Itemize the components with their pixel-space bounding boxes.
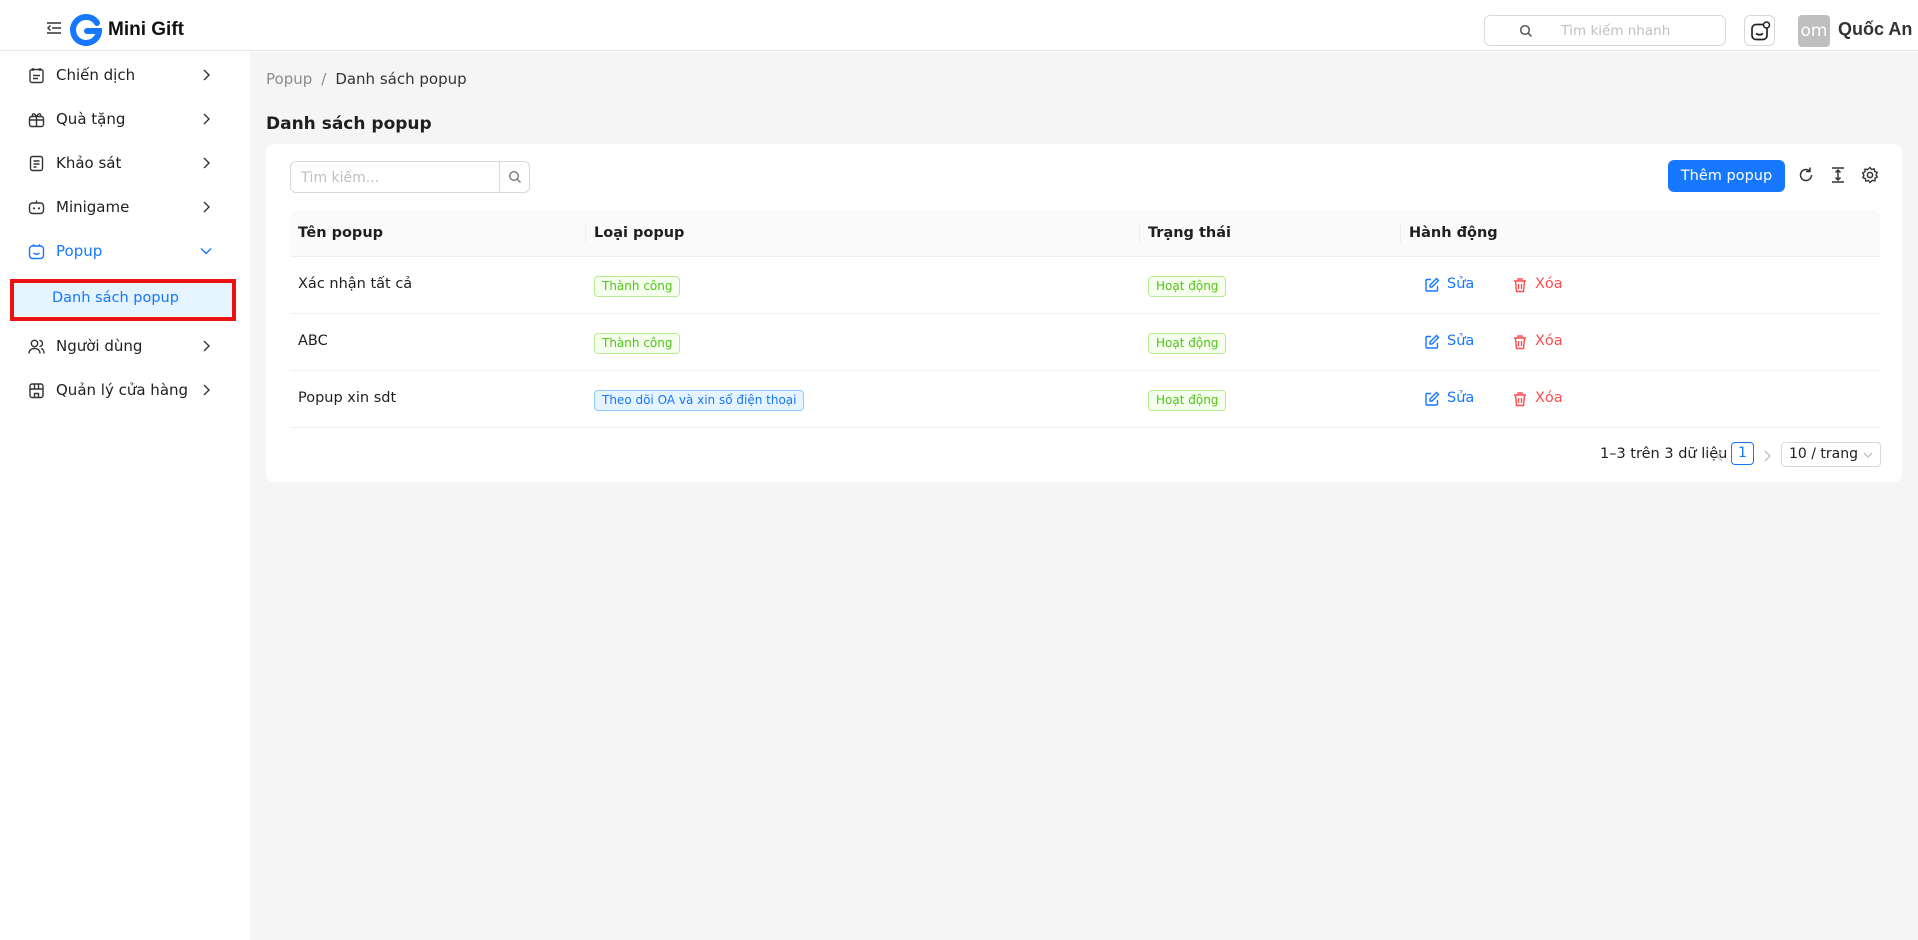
sidebar-item-survey[interactable]: Khảo sát (8, 143, 242, 183)
survey-icon (29, 155, 44, 172)
chevron-right-icon (203, 340, 210, 352)
chatbot-button[interactable] (1744, 15, 1775, 46)
column-divider (585, 224, 586, 244)
chevron-right-icon (203, 201, 210, 213)
chevron-right-icon[interactable] (1762, 450, 1772, 462)
annotation-highlight-box (10, 279, 236, 321)
edit-label: Sửa (1447, 276, 1475, 292)
status-badge: Hoạt động (1148, 333, 1227, 354)
column-height-icon[interactable] (1829, 166, 1847, 184)
chevron-right-icon (203, 69, 210, 81)
table-header: Tên popup Loại popup Trạng thái Hành độn… (290, 210, 1880, 257)
top-header: Mini Gift om Quốc An (0, 0, 1918, 51)
popup-name-cell: Popup xin sdt (298, 390, 397, 406)
breadcrumb: Popup / Danh sách popup (266, 70, 467, 88)
trash-icon (1514, 392, 1526, 407)
brand-name: Mini Gift (108, 19, 184, 40)
chevron-left-icon[interactable] (1715, 450, 1725, 462)
table-search-button[interactable] (499, 161, 530, 193)
column-header-actions: Hành động (1409, 225, 1498, 241)
avatar[interactable]: om (1798, 15, 1830, 47)
status-badge: Hoạt động (1148, 390, 1227, 411)
delete-label: Xóa (1535, 390, 1563, 406)
search-icon (508, 170, 521, 183)
trash-icon (1514, 278, 1526, 293)
settings-gear-icon[interactable] (1861, 166, 1879, 184)
brand-logo (70, 14, 102, 46)
breadcrumb-parent[interactable]: Popup (266, 70, 312, 88)
chevron-right-icon (203, 157, 210, 169)
popup-type-tag: Thành công (594, 333, 681, 354)
delete-label: Xóa (1535, 333, 1563, 349)
chevron-down-icon (200, 248, 212, 255)
sidebar-item-label: Người dùng (56, 337, 143, 355)
column-divider (1400, 224, 1401, 244)
column-header-name: Tên popup (298, 225, 384, 241)
pagination-page-1[interactable]: 1 (1731, 442, 1754, 465)
user-name[interactable]: Quốc An (1838, 19, 1912, 40)
chevron-down-icon (1863, 452, 1873, 458)
breadcrumb-current: Danh sách popup (335, 70, 467, 88)
sidebar-item-campaign[interactable]: Chiến dịch (8, 55, 242, 95)
sidebar-item-label: Popup (56, 242, 103, 260)
popup-icon (28, 244, 45, 260)
search-icon (1519, 24, 1533, 38)
edit-icon (1425, 334, 1440, 349)
pagination-total: 1–3 trên 3 dữ liệu (1600, 446, 1728, 462)
reload-icon[interactable] (1797, 166, 1815, 184)
sidebar-item-label: Quản lý cửa hàng (56, 381, 189, 399)
sidebar-item-gifts[interactable]: Quà tặng (8, 99, 242, 139)
table-search-input[interactable] (301, 169, 481, 187)
column-header-type: Loại popup (594, 225, 685, 241)
edit-label: Sửa (1447, 390, 1475, 406)
add-popup-button[interactable]: Thêm popup (1668, 160, 1785, 192)
gift-icon (28, 113, 45, 128)
popup-name-cell: ABC (298, 333, 328, 349)
sidebar-item-label: Khảo sát (56, 154, 122, 172)
popup-table-card: Thêm popup Tên popup Loại popup Trạng th… (266, 144, 1902, 482)
menu-fold-icon[interactable] (47, 22, 61, 34)
delete-label: Xóa (1535, 276, 1563, 292)
sidebar-item-label: Quà tặng (56, 110, 126, 128)
campaign-icon (29, 68, 44, 84)
popup-type-tag: Thành công (594, 276, 681, 297)
store-icon (29, 383, 44, 399)
game-icon (28, 200, 45, 215)
status-badge: Hoạt động (1148, 276, 1227, 297)
breadcrumb-separator: / (321, 70, 327, 88)
sidebar-item-store[interactable]: Quản lý cửa hàng (8, 370, 242, 410)
table-row: ABC Thành công Hoạt động Sửa Xóa (290, 314, 1880, 371)
edit-label: Sửa (1447, 333, 1475, 349)
column-header-status: Trạng thái (1148, 225, 1231, 241)
column-divider (1139, 224, 1140, 244)
main-content: Popup / Danh sách popup Danh sách popup Th… (250, 52, 1918, 940)
page-title: Danh sách popup (266, 114, 432, 134)
sidebar: Chiến dịch Quà tặng Khảo sát Minigame Po… (0, 52, 250, 940)
sidebar-item-popup[interactable]: Popup (8, 231, 242, 271)
chevron-right-icon (203, 384, 210, 396)
page-size-value: 10 / trang (1789, 446, 1859, 462)
page-size-select[interactable]: 10 / trang (1781, 442, 1881, 467)
sidebar-item-minigame[interactable]: Minigame (8, 187, 242, 227)
chevron-right-icon (203, 113, 210, 125)
edit-icon (1425, 277, 1440, 292)
edit-icon (1425, 391, 1440, 406)
users-icon (28, 339, 45, 354)
popup-type-tag: Theo dõi OA và xin số điện thoại (594, 390, 805, 411)
sidebar-item-label: Minigame (56, 198, 130, 216)
table-row: Popup xin sdt Theo dõi OA và xin số điện… (290, 371, 1880, 428)
sidebar-item-users[interactable]: Người dùng (8, 326, 242, 366)
sidebar-item-label: Chiến dịch (56, 66, 136, 84)
popup-name-cell: Xác nhận tất cả (298, 276, 413, 292)
quick-search[interactable] (1484, 15, 1726, 46)
quick-search-input[interactable] (1561, 22, 1711, 40)
table-search[interactable] (290, 161, 530, 193)
table-row: Xác nhận tất cả Thành công Hoạt động Sửa… (290, 257, 1880, 314)
trash-icon (1514, 335, 1526, 350)
chatbot-icon (1751, 21, 1771, 41)
